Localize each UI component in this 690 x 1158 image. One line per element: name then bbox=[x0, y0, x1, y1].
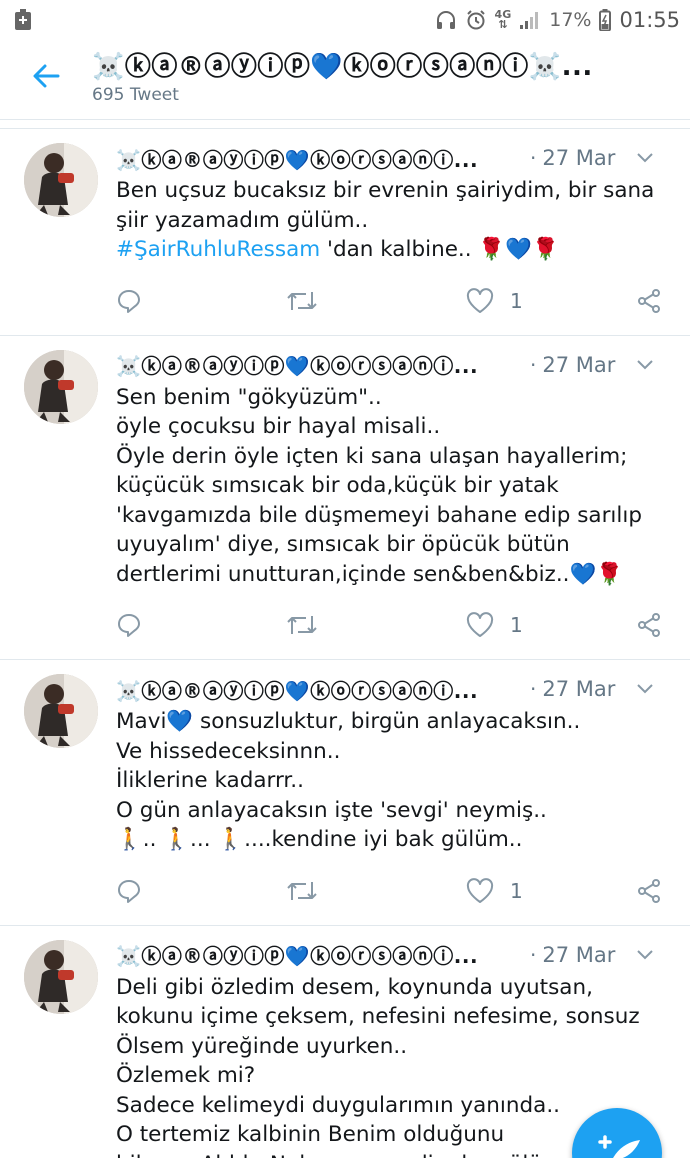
tweet-text: Sen benim "gökyüzüm".. öyle çocuksu bir … bbox=[116, 384, 642, 587]
separator bbox=[0, 120, 690, 128]
share-button[interactable] bbox=[636, 612, 662, 638]
tweet-date: 27 Mar bbox=[542, 677, 616, 701]
reply-button[interactable] bbox=[116, 612, 142, 638]
retweet-icon bbox=[287, 291, 317, 310]
like-button[interactable]: 1 bbox=[466, 287, 523, 314]
alarm-icon bbox=[465, 9, 487, 31]
tweet-author-name[interactable]: ☠️ⓚⓐ®ⓐⓨⓘⓟ💙ⓚⓞⓡⓢⓐⓝⓘ... bbox=[116, 350, 510, 379]
retweet-button[interactable] bbox=[286, 612, 318, 638]
headphones-icon bbox=[435, 9, 457, 31]
separator-dot: · bbox=[530, 146, 537, 170]
clock: 01:55 bbox=[619, 8, 680, 32]
tweet-item[interactable]: ☠️ⓚⓐ®ⓐⓨⓘⓟ💙ⓚⓞⓡⓢⓐⓝⓘ... · 27 Mar Mavi💙 sons… bbox=[0, 659, 690, 911]
tweet-actions: 1 bbox=[116, 281, 660, 321]
compose-icon bbox=[598, 1135, 640, 1158]
tweet-date: 27 Mar bbox=[542, 352, 616, 377]
heart-icon bbox=[466, 287, 494, 313]
battery-percent: 17% bbox=[549, 9, 592, 31]
back-button[interactable] bbox=[0, 46, 92, 106]
share-icon bbox=[638, 288, 660, 313]
reply-icon bbox=[118, 879, 140, 903]
like-button[interactable]: 1 bbox=[466, 877, 523, 904]
network-4g-icon: 4G ⇅ bbox=[494, 8, 512, 31]
share-button[interactable] bbox=[636, 878, 662, 904]
tweet-date: 27 Mar bbox=[542, 146, 616, 170]
tweet-text: Ben uçsuz bucaksız bir evrenin şairiydim… bbox=[116, 178, 655, 262]
share-icon bbox=[638, 878, 660, 903]
tweet-item[interactable]: ☠️ⓚⓐ®ⓐⓨⓘⓟ💙ⓚⓞⓡⓢⓐⓝⓘ... · 27 Mar Sen benim … bbox=[0, 334, 690, 646]
separator-dot: · bbox=[530, 942, 537, 967]
profile-name-title: ☠️ⓚⓐ®ⓐⓨⓘⓟ💙ⓚⓞⓡⓢⓐⓝⓘ☠️... bbox=[92, 52, 593, 82]
tweet-author-name[interactable]: ☠️ⓚⓐ®ⓐⓨⓘⓟ💙ⓚⓞⓡⓢⓐⓝⓘ... bbox=[116, 144, 510, 173]
status-bar: 4G ⇅ 17% 01:55 bbox=[0, 0, 690, 40]
arrow-left-icon bbox=[33, 64, 60, 88]
avatar[interactable] bbox=[24, 939, 98, 1014]
chevron-down-icon[interactable] bbox=[630, 152, 660, 164]
heart-icon bbox=[466, 877, 494, 903]
reply-icon bbox=[118, 289, 140, 313]
tweet-count: 695 Tweet bbox=[92, 85, 179, 105]
share-icon bbox=[638, 613, 660, 637]
tweet-item[interactable]: ☠️ⓚⓐ®ⓐⓨⓘⓟ💙ⓚⓞⓡⓢⓐⓝⓘ... · 27 Mar Ben uçsuz … bbox=[0, 128, 690, 321]
avatar[interactable] bbox=[24, 674, 98, 748]
tweet-date: 27 Mar bbox=[542, 942, 616, 967]
separator-dot: · bbox=[530, 352, 537, 377]
like-count: 1 bbox=[510, 613, 523, 637]
tweet-text: Mavi💙 sonsuzluktur, birgün anlayacaksın.… bbox=[116, 709, 581, 852]
share-button[interactable] bbox=[636, 288, 662, 314]
hashtag-link[interactable]: #ŞairRuhluRessam bbox=[116, 237, 320, 262]
tweet-author-name[interactable]: ☠️ⓚⓐ®ⓐⓨⓘⓟ💙ⓚⓞⓡⓢⓐⓝⓘ... bbox=[116, 675, 510, 704]
reply-button[interactable] bbox=[116, 878, 142, 904]
notification-icon bbox=[14, 9, 32, 31]
avatar[interactable] bbox=[24, 349, 98, 424]
profile-header: ☠️ⓚⓐ®ⓐⓨⓘⓟ💙ⓚⓞⓡⓢⓐⓝⓘ☠️... 695 Tweet bbox=[0, 40, 690, 120]
retweet-button[interactable] bbox=[286, 878, 318, 904]
chevron-down-icon[interactable] bbox=[630, 949, 660, 961]
like-count: 1 bbox=[510, 288, 523, 313]
battery-icon bbox=[599, 9, 612, 31]
retweet-button[interactable] bbox=[286, 288, 318, 314]
reply-button[interactable] bbox=[116, 288, 142, 314]
heart-icon bbox=[466, 612, 494, 637]
reply-icon bbox=[118, 614, 140, 637]
retweet-icon bbox=[287, 616, 317, 634]
tweet-author-name[interactable]: ☠️ⓚⓐ®ⓐⓨⓘⓟ💙ⓚⓞⓡⓢⓐⓝⓘ... bbox=[116, 940, 510, 969]
tweet-actions: 1 bbox=[116, 871, 660, 911]
like-count: 1 bbox=[510, 878, 523, 903]
retweet-icon bbox=[287, 881, 317, 900]
avatar[interactable] bbox=[24, 143, 98, 217]
tweet-actions: 1 bbox=[116, 605, 660, 645]
compose-tweet-button[interactable] bbox=[572, 1108, 662, 1158]
signal-icon bbox=[519, 10, 541, 30]
like-button[interactable]: 1 bbox=[466, 612, 523, 638]
separator-dot: · bbox=[530, 677, 537, 701]
chevron-down-icon[interactable] bbox=[630, 683, 660, 695]
chevron-down-icon[interactable] bbox=[630, 359, 660, 371]
